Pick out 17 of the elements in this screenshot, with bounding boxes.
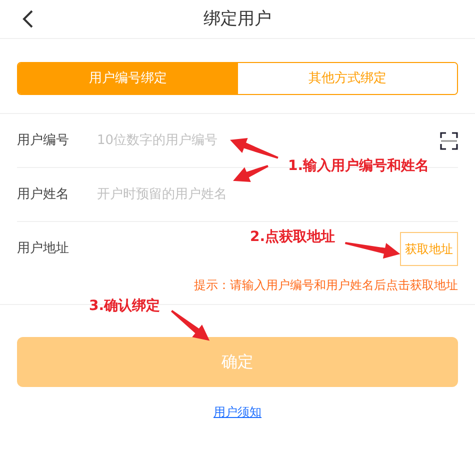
notice-link[interactable]: 用户须知 [214, 403, 262, 421]
annotation-arrow [171, 310, 210, 341]
scan-icon[interactable] [440, 132, 458, 150]
annotation-arrow [233, 165, 268, 182]
hint-text: 提示：请输入用户编号和用户姓名后点击获取地址 [193, 277, 458, 294]
field-label: 用户姓名 [17, 186, 70, 204]
annotation-text: 2.点获取地址 [250, 228, 336, 247]
annotation-arrow [344, 242, 400, 259]
annotation-text: 3.确认绑定 [89, 296, 160, 316]
back-icon[interactable] [22, 10, 34, 28]
annotation-text: 1.输入用户编号和姓名 [288, 156, 430, 176]
page-title: 绑定用户 [204, 9, 272, 29]
annotation-arrow [230, 138, 278, 159]
get-address-button[interactable]: 获取地址 [400, 232, 458, 266]
tab[interactable]: 用户编号绑定 [18, 63, 238, 94]
field-label: 用户编号 [17, 132, 70, 150]
field-label: 用户地址 [17, 240, 70, 258]
